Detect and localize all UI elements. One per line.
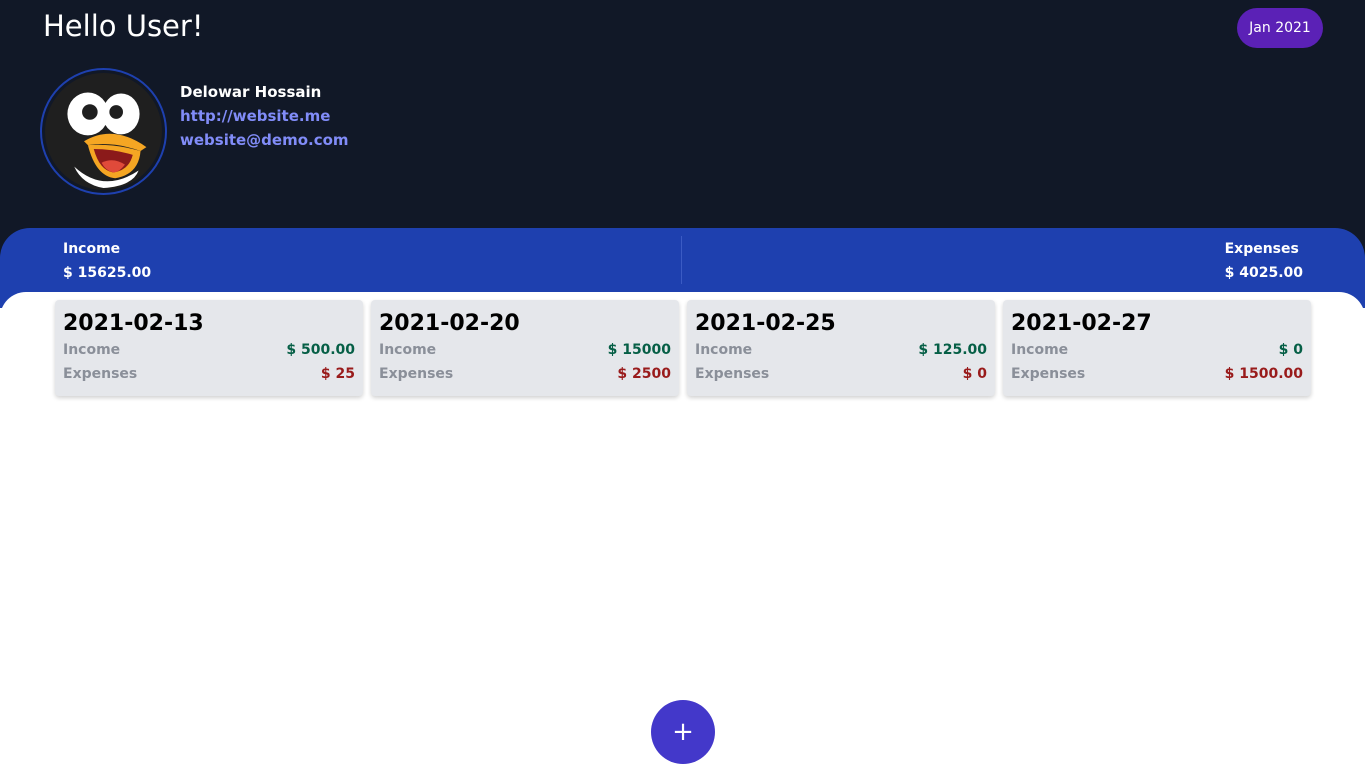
email-link[interactable]: website@demo.com xyxy=(180,131,349,155)
profile-name: Delowar Hossain xyxy=(180,83,322,101)
expenses-summary-label: Expenses xyxy=(1224,241,1299,257)
page-title: Hello User! xyxy=(43,9,204,43)
day-card[interactable]: 2021-02-25 Income $ 125.00 Expenses $ 0 xyxy=(687,300,995,396)
card-income-label: Income xyxy=(63,342,121,358)
card-expenses-value: $ 1500.00 xyxy=(1224,366,1303,382)
card-expenses-value: $ 25 xyxy=(320,366,355,382)
month-selector-button[interactable]: Jan 2021 xyxy=(1237,8,1323,48)
card-income-label: Income xyxy=(1011,342,1069,358)
card-date: 2021-02-13 xyxy=(63,311,204,336)
card-expenses-label: Expenses xyxy=(379,366,454,382)
expenses-summary: Expenses $ 4025.00 xyxy=(1225,240,1303,288)
day-card[interactable]: 2021-02-27 Income $ 0 Expenses $ 1500.00 xyxy=(1003,300,1311,396)
summary-divider xyxy=(681,236,682,284)
card-date: 2021-02-27 xyxy=(1011,311,1152,336)
card-expenses-label: Expenses xyxy=(63,366,138,382)
card-expenses-label: Expenses xyxy=(695,366,770,382)
avatar xyxy=(40,68,167,195)
card-income-label: Income xyxy=(695,342,753,358)
expenses-summary-value: $ 4025.00 xyxy=(1224,265,1303,281)
penguin-avatar-icon xyxy=(45,73,162,190)
day-card-list: 2021-02-13 Income $ 500.00 Expenses $ 25 2… xyxy=(55,300,1311,396)
card-expenses-value: $ 0 xyxy=(962,366,987,382)
header: Hello User! Jan 2021 Delowar Hossain htt… xyxy=(0,0,1365,260)
card-date: 2021-02-25 xyxy=(695,311,836,336)
card-expenses-label: Expenses xyxy=(1011,366,1086,382)
day-card[interactable]: 2021-02-20 Income $ 15000 Expenses $ 2500 xyxy=(371,300,679,396)
card-expenses-value: $ 2500 xyxy=(617,366,671,382)
profile-info: Delowar Hossain http://website.me websit… xyxy=(180,83,349,155)
main-content: 2021-02-13 Income $ 500.00 Expenses $ 25 2… xyxy=(0,292,1365,767)
plus-icon: + xyxy=(672,717,694,747)
card-income-value: $ 125.00 xyxy=(918,342,987,358)
card-income-value: $ 15000 xyxy=(607,342,671,358)
income-summary: Income $ 15625.00 xyxy=(63,240,151,288)
income-summary-label: Income xyxy=(63,241,121,257)
website-link[interactable]: http://website.me xyxy=(180,107,349,131)
add-entry-button[interactable]: + xyxy=(651,700,715,764)
day-card[interactable]: 2021-02-13 Income $ 500.00 Expenses $ 25 xyxy=(55,300,363,396)
income-summary-value: $ 15625.00 xyxy=(63,265,152,281)
card-income-value: $ 0 xyxy=(1278,342,1303,358)
card-income-value: $ 500.00 xyxy=(286,342,355,358)
card-income-label: Income xyxy=(379,342,437,358)
card-date: 2021-02-20 xyxy=(379,311,520,336)
